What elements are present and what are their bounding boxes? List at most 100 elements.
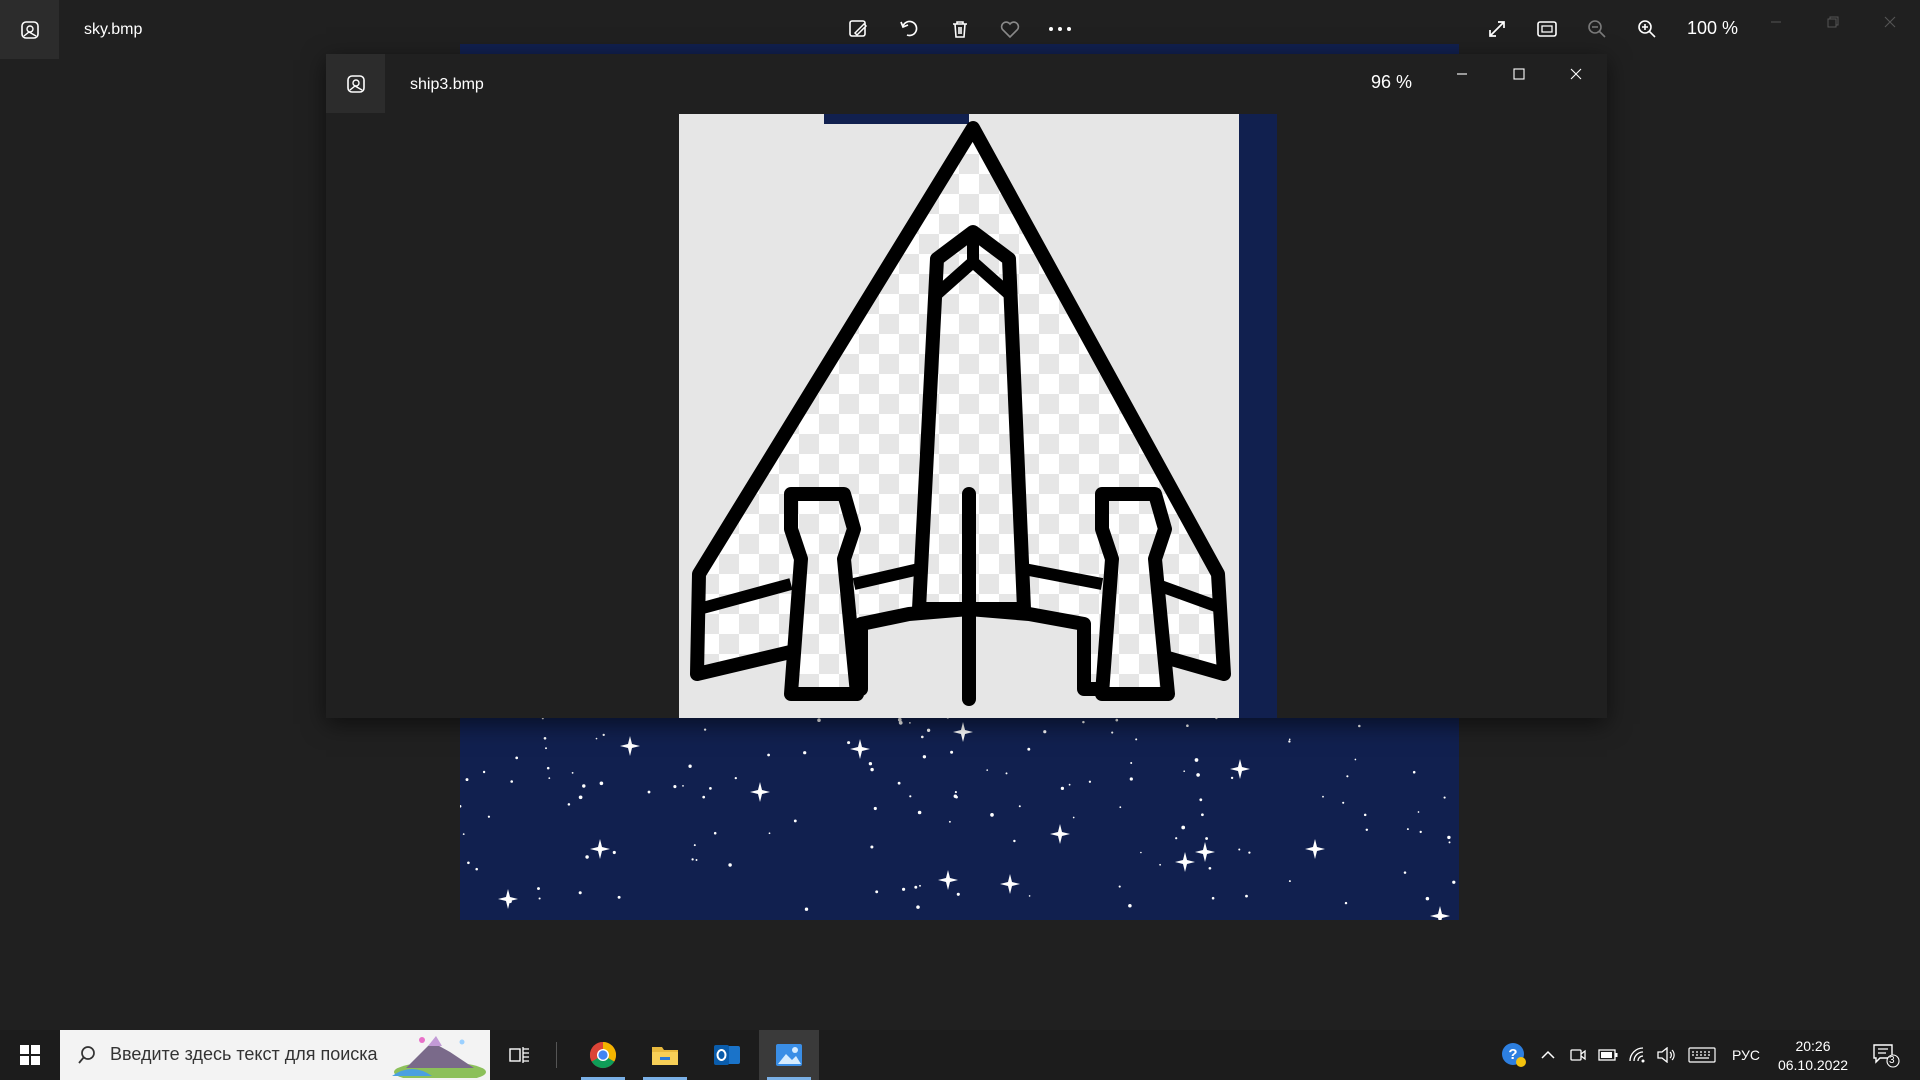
star bbox=[1358, 724, 1361, 728]
star bbox=[599, 781, 604, 786]
star bbox=[1060, 786, 1065, 791]
star bbox=[870, 845, 874, 849]
fit-window-icon[interactable] bbox=[1527, 9, 1567, 49]
minimize-button[interactable] bbox=[1439, 54, 1485, 94]
star bbox=[695, 859, 698, 861]
star bbox=[1043, 730, 1047, 734]
battery-icon[interactable] bbox=[1594, 1030, 1622, 1080]
star bbox=[902, 887, 906, 891]
star bbox=[602, 733, 605, 737]
star bbox=[1230, 776, 1234, 780]
star bbox=[682, 785, 684, 787]
star bbox=[487, 815, 491, 818]
chrome-icon[interactable] bbox=[573, 1030, 633, 1080]
language-indicator[interactable]: РУС bbox=[1724, 1030, 1768, 1080]
star bbox=[847, 741, 851, 745]
taskbar: Введите здесь текст для поиска ? РУС 20:… bbox=[0, 1030, 1920, 1080]
clock[interactable]: 20:26 06.10.2022 bbox=[1772, 1030, 1854, 1080]
photos-app-icon bbox=[326, 54, 385, 113]
outlook-icon[interactable] bbox=[697, 1030, 757, 1080]
zoom-level[interactable]: 100 % bbox=[1687, 18, 1738, 39]
star bbox=[1199, 798, 1203, 802]
restore-button[interactable] bbox=[1810, 2, 1856, 42]
star bbox=[537, 887, 540, 891]
star bbox=[1181, 825, 1186, 830]
star bbox=[585, 855, 589, 859]
zoom-out-icon[interactable] bbox=[1577, 9, 1617, 49]
star bbox=[1194, 758, 1199, 762]
photos-taskbar-icon[interactable] bbox=[759, 1030, 819, 1080]
star bbox=[1406, 828, 1409, 831]
star bbox=[728, 863, 732, 867]
favorite-icon[interactable] bbox=[990, 9, 1030, 49]
fullscreen-icon[interactable] bbox=[1477, 9, 1517, 49]
star bbox=[1005, 772, 1008, 775]
star bbox=[1417, 811, 1420, 813]
star bbox=[1130, 762, 1133, 764]
star bbox=[543, 736, 547, 740]
notification-center-icon[interactable]: 3 bbox=[1862, 1030, 1910, 1080]
task-view-icon[interactable] bbox=[490, 1030, 550, 1080]
star bbox=[914, 885, 918, 889]
star bbox=[1245, 894, 1248, 898]
star bbox=[875, 890, 879, 894]
notification-count: 3 bbox=[1889, 1055, 1895, 1066]
star bbox=[868, 762, 873, 766]
keyboard-icon[interactable] bbox=[1684, 1030, 1720, 1080]
star bbox=[571, 771, 574, 774]
star bbox=[688, 764, 692, 768]
svg-text:?: ? bbox=[1508, 1046, 1517, 1063]
star bbox=[1013, 839, 1016, 843]
star bbox=[1238, 848, 1241, 851]
window-title: ship3.bmp bbox=[410, 76, 484, 93]
file-explorer-icon[interactable] bbox=[635, 1030, 695, 1080]
rotate-icon[interactable] bbox=[889, 9, 929, 49]
star bbox=[1183, 770, 1186, 773]
star bbox=[1354, 758, 1357, 761]
delete-icon[interactable] bbox=[940, 9, 980, 49]
maximize-button[interactable] bbox=[1496, 54, 1542, 94]
star bbox=[1186, 724, 1189, 727]
star bbox=[693, 844, 696, 847]
zoom-in-icon[interactable] bbox=[1627, 9, 1667, 49]
star bbox=[1082, 720, 1085, 724]
star bbox=[510, 780, 514, 783]
star bbox=[548, 777, 551, 779]
star bbox=[647, 790, 651, 794]
edit-image-icon[interactable] bbox=[838, 9, 878, 49]
star bbox=[1208, 866, 1212, 870]
search-placeholder: Введите здесь текст для поиска bbox=[110, 1044, 378, 1064]
start-button[interactable] bbox=[0, 1030, 60, 1080]
sparkle-star bbox=[850, 739, 870, 759]
language-label: РУС bbox=[1731, 1047, 1761, 1063]
meet-now-icon[interactable] bbox=[1566, 1030, 1590, 1080]
sparkle-star bbox=[1000, 874, 1020, 894]
clock-time: 20:26 bbox=[1795, 1037, 1831, 1054]
star bbox=[475, 867, 478, 871]
star bbox=[990, 813, 994, 817]
zoom-level[interactable]: 96 % bbox=[1371, 72, 1412, 93]
star bbox=[1448, 841, 1451, 844]
star bbox=[1111, 731, 1114, 734]
star bbox=[1403, 871, 1407, 874]
star bbox=[1119, 806, 1122, 809]
chevron-up-icon[interactable] bbox=[1536, 1030, 1560, 1080]
star bbox=[1248, 851, 1251, 854]
more-icon[interactable] bbox=[1040, 9, 1080, 49]
clock-date: 06.10.2022 bbox=[1777, 1056, 1849, 1073]
sparkle-star bbox=[620, 736, 640, 756]
wifi-icon[interactable] bbox=[1624, 1030, 1652, 1080]
close-button[interactable] bbox=[1867, 2, 1913, 42]
star bbox=[515, 756, 519, 760]
volume-icon[interactable] bbox=[1652, 1030, 1680, 1080]
minimize-button[interactable] bbox=[1753, 2, 1799, 42]
help-icon[interactable]: ? bbox=[1496, 1030, 1532, 1080]
search-box[interactable]: Введите здесь текст для поиска bbox=[60, 1030, 490, 1080]
star bbox=[956, 892, 960, 896]
star bbox=[465, 778, 469, 782]
close-button[interactable] bbox=[1553, 54, 1599, 94]
star bbox=[793, 819, 797, 823]
star bbox=[919, 884, 921, 887]
star bbox=[909, 722, 911, 724]
sparkle-star bbox=[1230, 759, 1250, 779]
